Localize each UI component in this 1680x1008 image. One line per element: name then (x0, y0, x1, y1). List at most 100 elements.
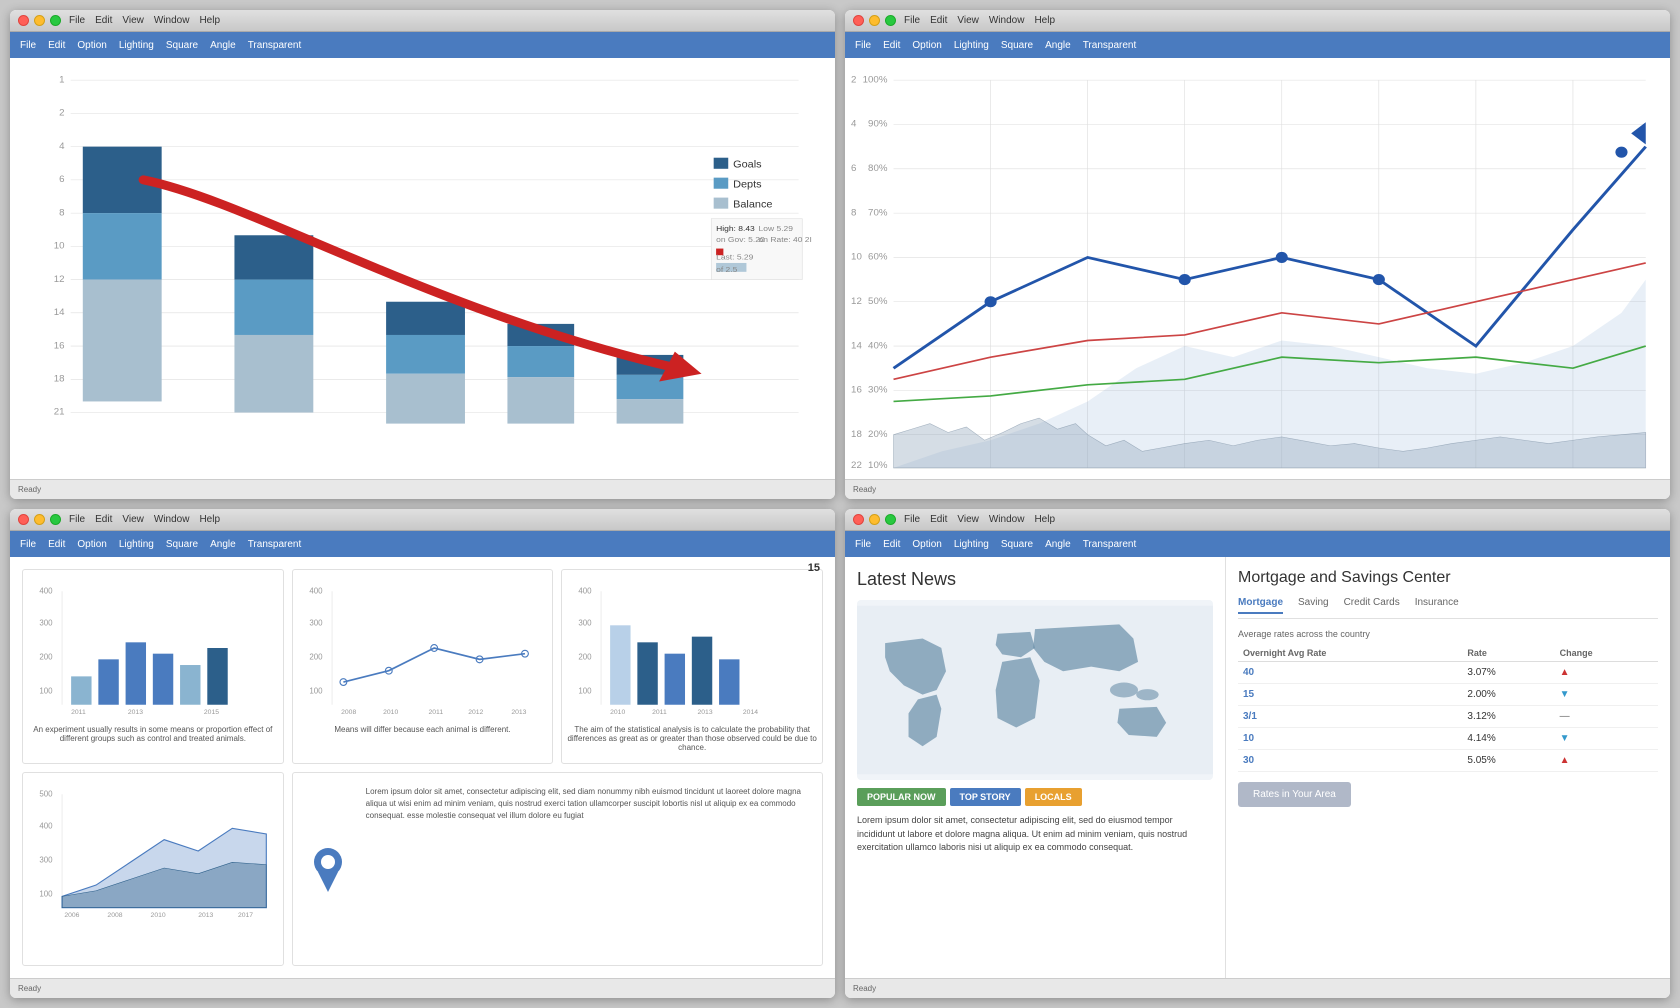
toolbar-edit[interactable]: Edit (48, 40, 65, 51)
mortgage-tab-mortgage[interactable]: Mortgage (1238, 597, 1283, 614)
toolbar-4: File Edit Option Lighting Square Angle T… (845, 531, 1670, 557)
toolbar-square[interactable]: Square (166, 40, 198, 51)
tb4-transparent[interactable]: Transparent (1083, 539, 1137, 550)
mortgage-tab-credit-cards[interactable]: Credit Cards (1344, 597, 1400, 614)
tb3-angle[interactable]: Angle (210, 539, 236, 550)
mortgage-title: Mortgage and Savings Center (1238, 569, 1658, 587)
tb4-option[interactable]: Option (912, 539, 941, 550)
maximize-button-2[interactable] (885, 15, 896, 26)
title-bar-1: File Edit View Window Help (10, 10, 835, 32)
news-tabs: POPULAR NOW TOP STORY LOCALS (857, 788, 1213, 806)
tb4-lighting[interactable]: Lighting (954, 539, 989, 550)
tab-top-story[interactable]: TOP STORY (950, 788, 1021, 806)
tb2-square[interactable]: Square (1001, 40, 1033, 51)
svg-text:14: 14 (54, 307, 65, 317)
mortgage-tab-saving[interactable]: Saving (1298, 597, 1329, 614)
rate-change-10: ▼ (1555, 728, 1658, 750)
news-body: Lorem ipsum dolor sit amet, consectetur … (857, 814, 1213, 855)
toolbar-lighting[interactable]: Lighting (119, 40, 154, 51)
svg-text:2008: 2008 (341, 709, 356, 716)
svg-text:6: 6 (59, 174, 64, 184)
traffic-lights-2 (853, 15, 896, 26)
svg-text:2: 2 (59, 108, 64, 118)
svg-text:22: 22 (851, 460, 862, 470)
toolbar-2: File Edit Option Lighting Square Angle T… (845, 32, 1670, 58)
tb2-transparent[interactable]: Transparent (1083, 40, 1137, 51)
minimize-button-4[interactable] (869, 514, 880, 525)
toolbar-angle[interactable]: Angle (210, 40, 236, 51)
menu-bar-2: File Edit View Window Help (904, 15, 1055, 26)
tb4-square[interactable]: Square (1001, 539, 1033, 550)
minimize-button-3[interactable] (34, 514, 45, 525)
tb4-edit[interactable]: Edit (883, 539, 900, 550)
minimize-button-2[interactable] (869, 15, 880, 26)
close-button-1[interactable] (18, 15, 29, 26)
rate-name-30: 30 (1238, 750, 1462, 772)
window-bar-chart: File Edit View Window Help File Edit Opt… (10, 10, 835, 499)
tb2-file[interactable]: File (855, 40, 871, 51)
close-button-2[interactable] (853, 15, 864, 26)
tb2-edit[interactable]: Edit (883, 40, 900, 51)
tb2-angle[interactable]: Angle (1045, 40, 1071, 51)
small-charts-content: 15 400 300 200 100 (10, 557, 835, 978)
svg-text:2008: 2008 (107, 911, 122, 918)
tb2-option[interactable]: Option (912, 40, 941, 51)
tb3-square[interactable]: Square (166, 539, 198, 550)
tab-locals[interactable]: LOCALS (1025, 788, 1082, 806)
svg-text:Low 5.29: Low 5.29 (759, 224, 794, 233)
rates-table: Overnight Avg Rate Rate Change 40 3.07% … (1238, 645, 1658, 772)
svg-text:2006: 2006 (64, 911, 79, 918)
toolbar-file[interactable]: File (20, 40, 36, 51)
maximize-button-3[interactable] (50, 514, 61, 525)
rates-subtitle: Average rates across the country (1238, 629, 1658, 639)
close-button-4[interactable] (853, 514, 864, 525)
title-bar-2: File Edit View Window Help (845, 10, 1670, 32)
traffic-lights-3 (18, 514, 61, 525)
svg-text:400: 400 (39, 821, 53, 830)
svg-text:8: 8 (851, 208, 856, 218)
small-chart-2: 400 300 200 100 2008 2010 2011 (292, 569, 554, 764)
svg-text:2013: 2013 (128, 709, 143, 716)
tb3-option[interactable]: Option (77, 539, 106, 550)
col-header-rate: Rate (1462, 645, 1554, 662)
toolbar-option[interactable]: Option (77, 40, 106, 51)
tb4-angle[interactable]: Angle (1045, 539, 1071, 550)
traffic-lights-1 (18, 15, 61, 26)
maximize-button-4[interactable] (885, 514, 896, 525)
tb2-lighting[interactable]: Lighting (954, 40, 989, 51)
world-map (857, 600, 1213, 780)
rate-value-10: 4.14% (1462, 728, 1554, 750)
svg-text:30%: 30% (868, 385, 887, 395)
svg-text:100%: 100% (863, 75, 888, 85)
rates-in-your-area-button[interactable]: Rates in Your Area (1238, 782, 1351, 807)
tb4-file[interactable]: File (855, 539, 871, 550)
svg-text:2011: 2011 (71, 709, 86, 716)
tb3-file[interactable]: File (20, 539, 36, 550)
tab-popular-now[interactable]: POPULAR NOW (857, 788, 946, 806)
minimize-button-1[interactable] (34, 15, 45, 26)
desktop: File Edit View Window Help File Edit Opt… (0, 0, 1680, 1008)
rate-name-40: 40 (1238, 662, 1462, 684)
svg-text:16: 16 (54, 341, 65, 351)
line-chart-content: 100% 90% 80% 70% 60% 50% 40% 30% 20% 10%… (845, 58, 1670, 479)
rate-change-30: ▲ (1555, 750, 1658, 772)
title-bar-4: File Edit View Window Help (845, 509, 1670, 531)
small-chart-1: 400 300 200 100 2011 20 (22, 569, 284, 764)
tb3-edit[interactable]: Edit (48, 539, 65, 550)
svg-text:10: 10 (851, 252, 862, 262)
svg-text:Last: 5.29: Last: 5.29 (716, 253, 754, 262)
maximize-button-1[interactable] (50, 15, 61, 26)
rate-value-31: 3.12% (1462, 706, 1554, 728)
tb3-transparent[interactable]: Transparent (248, 539, 302, 550)
tb3-lighting[interactable]: Lighting (119, 539, 154, 550)
menu-bar-1: File Edit View Window Help (69, 15, 220, 26)
chart1-caption: An experiment usually results in some me… (28, 725, 278, 743)
rate-name-10: 10 (1238, 728, 1462, 750)
toolbar-transparent[interactable]: Transparent (248, 40, 302, 51)
close-button-3[interactable] (18, 514, 29, 525)
svg-text:8: 8 (59, 208, 64, 218)
table-row: 10 4.14% ▼ (1238, 728, 1658, 750)
mortgage-tab-insurance[interactable]: Insurance (1415, 597, 1459, 614)
small-chart-3: 400 300 200 100 2010 2011 2013 2014 (561, 569, 823, 764)
svg-text:60%: 60% (868, 252, 887, 262)
